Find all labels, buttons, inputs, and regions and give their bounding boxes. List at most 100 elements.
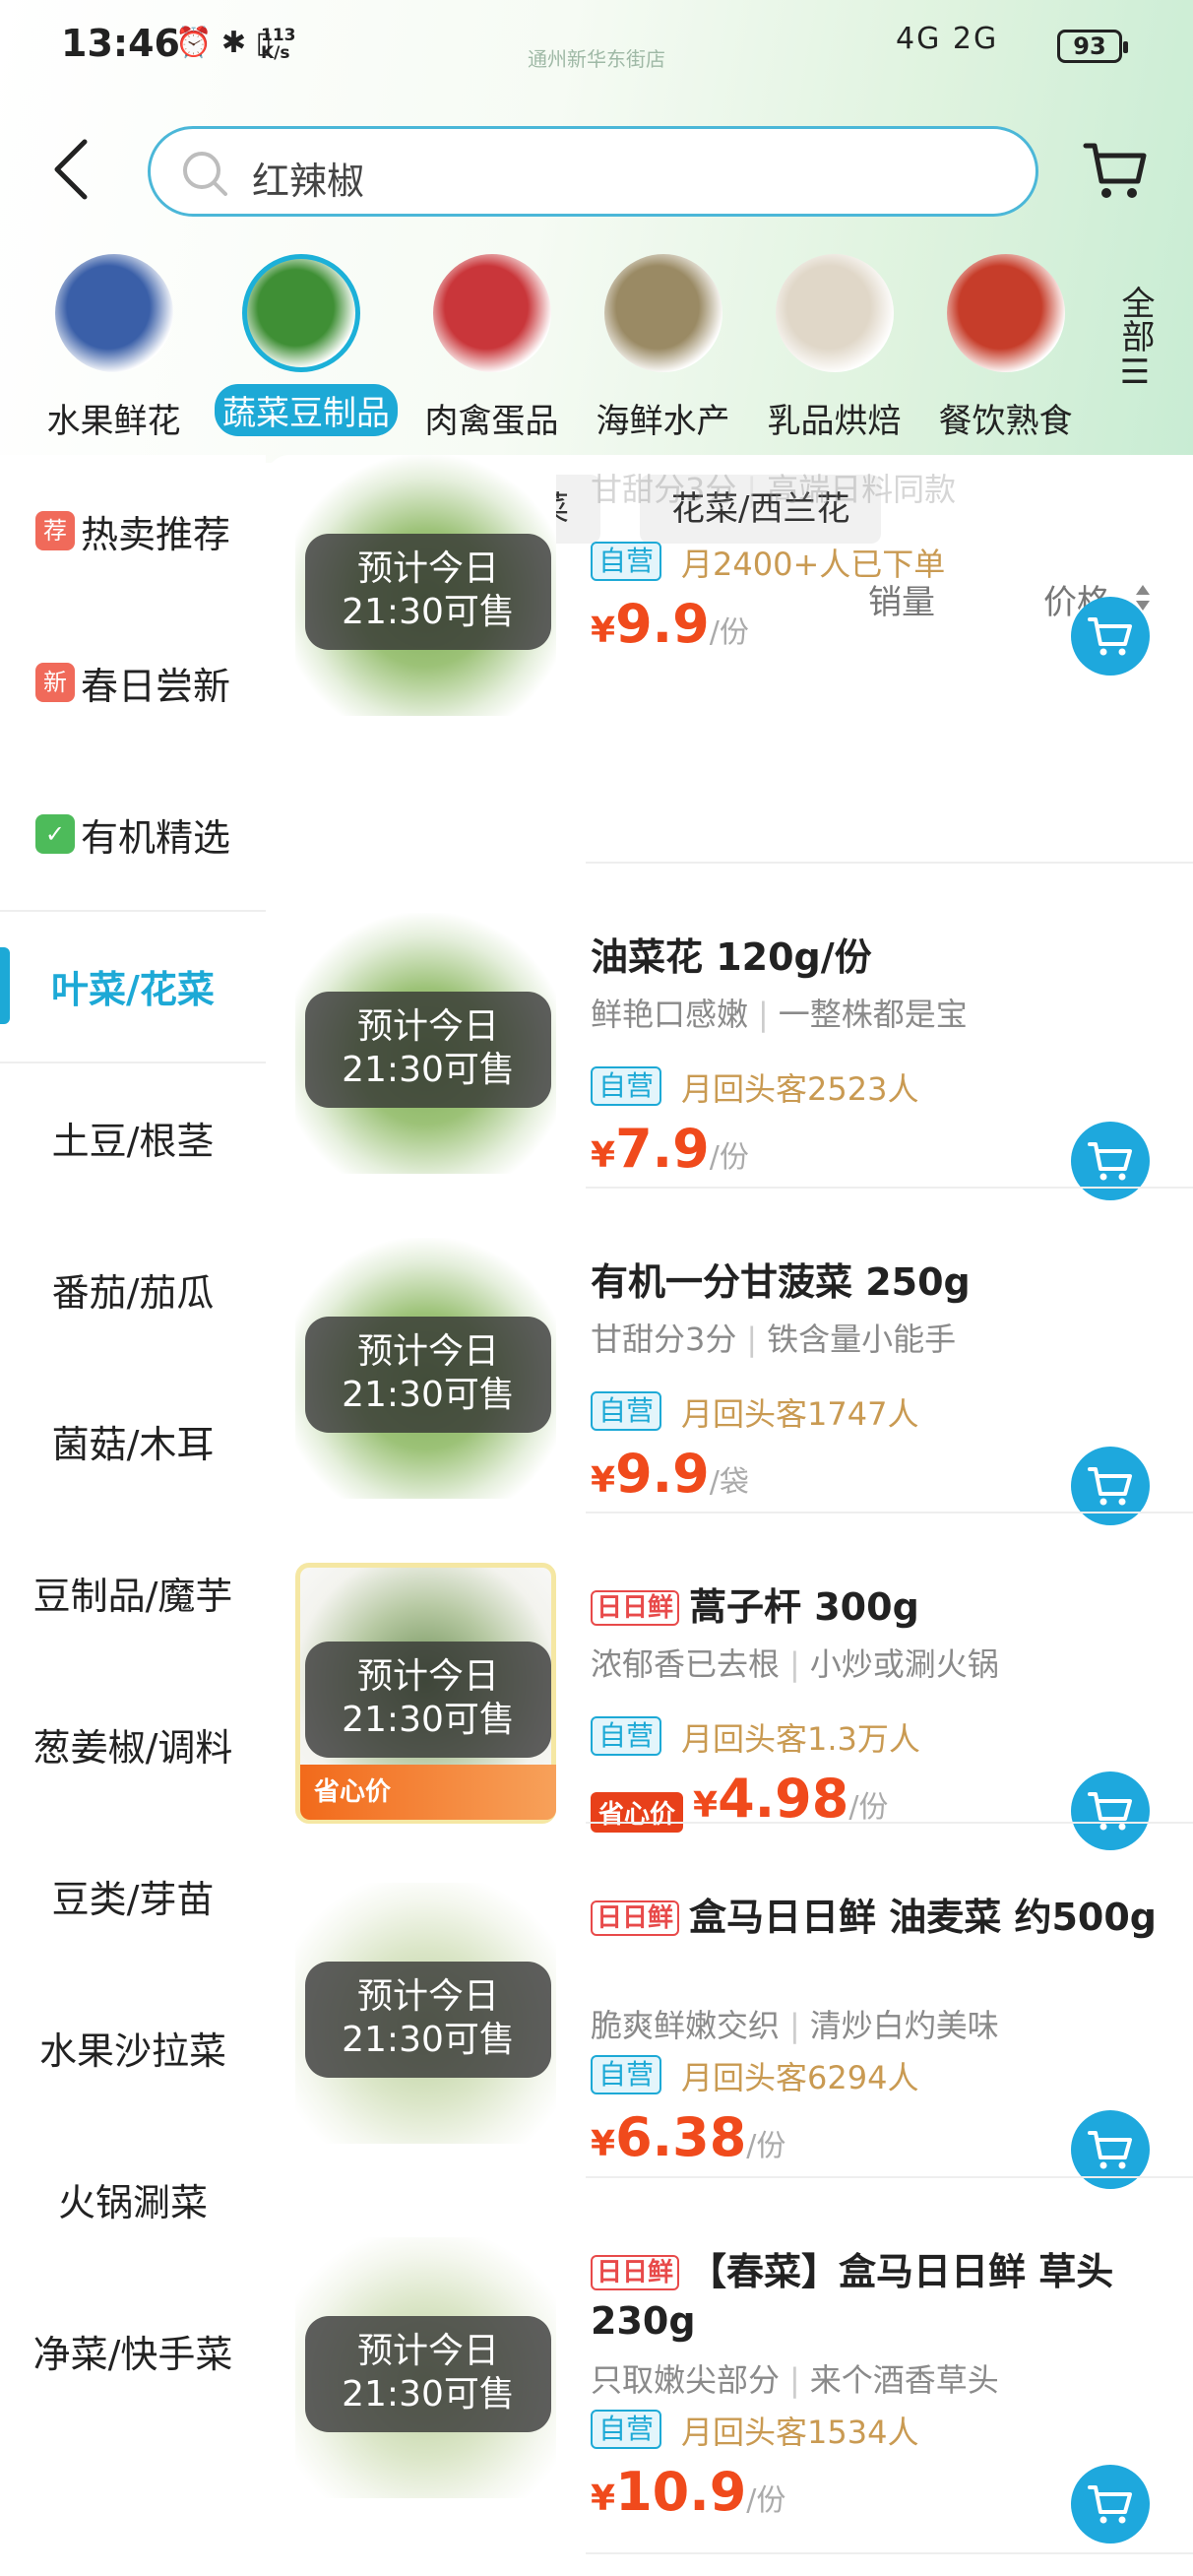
sidebar-item-label: 水果沙拉菜 (38, 2029, 226, 2073)
subtitle-a: 甘甜分3分 (591, 1320, 737, 1358)
category-item[interactable]: 蔬菜豆制品 (215, 254, 398, 436)
product-price: ¥6.38/份 (591, 2106, 785, 2168)
add-to-cart-button[interactable] (1071, 1122, 1150, 1200)
search-input[interactable]: 红辣椒 (148, 126, 1038, 217)
sidebar-item-label: 豆制品/魔芋 (32, 1574, 233, 1618)
sidebar-item[interactable]: 火锅涮菜 (0, 2123, 266, 2275)
sidebar-item-label: 净菜/快手菜 (32, 2332, 233, 2376)
product-subtitle: 只取嫩尖部分 | 来个酒香草头 (591, 2355, 999, 2401)
sidebar-item-label: 火锅涮菜 (57, 2180, 208, 2224)
availability-date: 预计今日 (356, 1006, 499, 1047)
sidebar-badge: 荐 (34, 511, 75, 550)
category-image (432, 254, 551, 372)
sidebar-item[interactable]: 荐热卖推荐 (0, 455, 266, 607)
sidebar-item-label: 土豆/根茎 (51, 1119, 215, 1163)
availability-pill: 预计今日 21:30可售 (305, 1317, 551, 1433)
menu-icon: ☰ (1119, 353, 1151, 392)
sidebar-item[interactable]: 叶菜/花菜 (0, 910, 266, 1062)
availability-pill: 预计今日 21:30可售 (305, 1642, 551, 1758)
product-card[interactable]: 预计今日 21:30可售 日日鲜 【春菜】盒马日日鲜 草头230g 只取嫩尖部分 | 来个酒… (266, 2188, 1193, 2544)
sidebar-item[interactable]: 番茄/茄瓜 (0, 1213, 266, 1365)
subtitle-a: 鲜艳口感嫩 (591, 996, 749, 1033)
cart-icon (1088, 617, 1132, 656)
saver-price-banner: 省心价 (300, 1765, 556, 1820)
sidebar-badge: 新 (34, 663, 75, 702)
category-item[interactable]: 水果鲜花 (28, 254, 200, 442)
product-title[interactable]: 日日鲜 盒马日日鲜 油麦菜 约500g (591, 1893, 1162, 1942)
cart-icon (1088, 1792, 1132, 1831)
self-operated-badge: 自营 (591, 2055, 662, 2094)
price-value: 4.98 (718, 1768, 849, 1830)
sidebar-item-label: 番茄/茄瓜 (51, 1270, 215, 1315)
sidebar-item[interactable]: 豆制品/魔芋 (0, 1516, 266, 1668)
price-value: 7.9 (615, 1118, 710, 1180)
saver-price-tag: 省心价 (591, 1792, 684, 1833)
product-title-text: 盒马日日鲜 油麦菜 约500g (689, 1896, 1157, 1939)
product-card[interactable]: 预计今日 21:30可售 有机一分甘菠菜 250g 甘甜分3分 | 铁含量小能手 自营 月回头… (266, 1198, 1193, 1525)
cart-icon[interactable] (1083, 138, 1148, 203)
price-unit: /份 (746, 2483, 786, 2518)
status-bar: 13:46 ⏰ ✱ ▯ 113 K/s 通州新华东街店 4G 2G 93 (0, 0, 1193, 98)
category-label: 肉禽蛋品 (424, 402, 559, 441)
category-image (54, 254, 173, 372)
price-unit: /袋 (709, 1465, 749, 1500)
product-title[interactable]: 有机一分甘菠菜 250g (591, 1257, 1162, 1307)
category-label: 乳品烘焙 (767, 402, 902, 441)
add-to-cart-button[interactable] (1071, 1447, 1150, 1525)
product-title[interactable]: 油菜花 120g/份 (591, 933, 1162, 982)
cart-icon (1088, 1467, 1132, 1506)
search-query: 红辣椒 (252, 160, 365, 203)
category-image (775, 254, 894, 372)
add-to-cart-button[interactable] (1071, 2465, 1150, 2544)
product-card[interactable]: 预计今日 21:30可售 日日鲜 盒马日日鲜 油麦菜 约500g 脆爽鲜嫩交织 | 清炒白灼… (266, 1834, 1193, 2189)
fresh-badge: 日日鲜 (591, 1590, 680, 1626)
subtitle-separator: | (758, 996, 769, 1033)
product-title[interactable]: 日日鲜 蒿子杆 300g (591, 1582, 1162, 1632)
category-item[interactable]: 海鲜水产 (577, 254, 749, 442)
category-item[interactable]: 乳品烘焙 (748, 254, 920, 442)
repeat-customer-tag: 月回头客2523人 (681, 1070, 919, 1108)
product-divider (586, 2176, 1193, 2178)
self-operated-badge: 自营 (591, 542, 662, 581)
sidebar-item[interactable]: 土豆/根茎 (0, 1062, 266, 1213)
price-unit: /份 (709, 1140, 749, 1175)
sidebar-item[interactable]: 菌菇/木耳 (0, 1365, 266, 1516)
sidebar-item-label: 叶菜/花菜 (51, 967, 215, 1011)
sidebar-item[interactable]: 净菜/快手菜 (0, 2275, 266, 2426)
back-arrow-icon[interactable] (49, 138, 93, 201)
all-categories-button[interactable]: 全部 ☰ (1107, 286, 1162, 392)
availability-date: 预计今日 (356, 1656, 499, 1697)
product-divider (586, 1822, 1193, 1824)
sidebar-item[interactable]: 水果沙拉菜 (0, 1971, 266, 2123)
product-title[interactable]: 日日鲜 【春菜】盒马日日鲜 草头230g (591, 2247, 1162, 2346)
product-card[interactable]: 预计今日 21:30可售 甘甜分3分 | 高端日料同款 自营 月2400+人已下单 ¥9.9/… (266, 455, 1193, 741)
product-card[interactable]: 省心价 预计今日 21:30可售 日日鲜 蒿子杆 300g 浓郁香已去根 | 小炒或涮火锅 自营… (266, 1523, 1193, 1850)
category-image (241, 254, 360, 372)
category-item[interactable]: 餐饮熟食 (919, 254, 1092, 442)
sidebar-item[interactable]: ✓ 有机精选 (0, 758, 266, 910)
sidebar-item[interactable]: 新春日尝新 (0, 607, 266, 758)
category-label: 餐饮熟食 (938, 402, 1073, 441)
cart-icon (1088, 1142, 1132, 1181)
product-subtitle: 甘甜分3分 | 高端日料同款 (591, 465, 956, 510)
subtitle-a: 甘甜分3分 (591, 471, 737, 508)
subtitle-b: 一整株都是宝 (778, 996, 968, 1033)
add-to-cart-button[interactable] (1071, 597, 1150, 676)
self-operated-badge: 自营 (591, 1716, 662, 1756)
product-panel: 推荐 叶菜 花菜/西兰花 销量 价格 预计今日21:30可售甘甜分3分|高端日料… (266, 455, 1193, 2576)
product-title-text: 油菜花 120g/份 (591, 935, 872, 979)
availability-date: 预计今日 (356, 548, 499, 589)
repeat-customer-tag: 月回头客1534人 (681, 2414, 919, 2451)
product-divider (586, 1187, 1193, 1189)
sidebar-item-label: 春日尝新 (80, 664, 230, 708)
sidebar-item[interactable]: 葱姜椒/调料 (0, 1668, 266, 1820)
subtitle-separator: | (789, 1645, 800, 1683)
category-item[interactable]: 肉禽蛋品 (406, 254, 578, 442)
product-subtitle: 鲜艳口感嫩 | 一整株都是宝 (591, 990, 968, 1035)
product-subtitle: 甘甜分3分 | 铁含量小能手 (591, 1315, 956, 1360)
currency-symbol: ¥ (591, 611, 616, 651)
category-label: 水果鲜花 (46, 402, 181, 441)
sidebar-item[interactable]: 豆类/芽苗 (0, 1820, 266, 1971)
product-price: ¥7.9/份 (591, 1118, 749, 1180)
product-card[interactable]: 预计今日 21:30可售 油菜花 120g/份 鲜艳口感嫩 | 一整株都是宝 自营 月回头客2… (266, 873, 1193, 1200)
